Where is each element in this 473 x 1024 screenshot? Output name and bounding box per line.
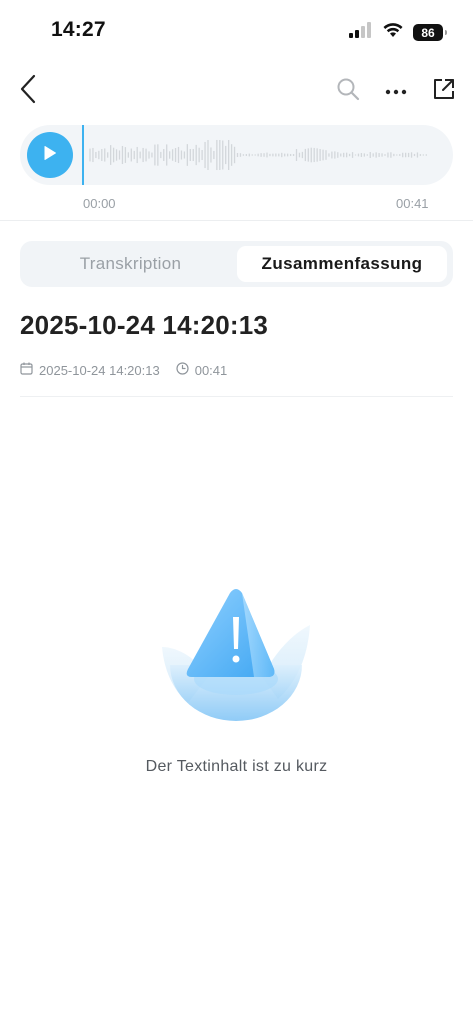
ellipsis-icon <box>385 82 407 100</box>
tab-bar: Transkription Zusammenfassung <box>20 241 453 287</box>
empty-state-message: Der Textinhalt ist zu kurz <box>145 758 328 775</box>
battery-level: 86 <box>421 25 435 40</box>
current-time: 00:00 <box>83 196 116 211</box>
tab-transcription[interactable]: Transkription <box>28 246 233 282</box>
play-button[interactable] <box>27 132 73 178</box>
nav-bar <box>0 68 473 114</box>
wifi-icon <box>382 22 404 43</box>
cellular-signal-icon <box>349 22 373 43</box>
play-icon <box>43 145 57 166</box>
warning-triangle-icon <box>158 585 314 725</box>
meta-duration-text: 00:41 <box>194 362 228 378</box>
waveform[interactable] <box>82 125 432 185</box>
meta-date-text: 2025-10-24 14:20:13 <box>39 362 160 378</box>
share-icon <box>432 77 456 106</box>
more-button[interactable] <box>381 74 411 108</box>
share-button[interactable] <box>429 74 459 108</box>
search-icon <box>336 77 360 106</box>
meta-duration: 00:41 <box>176 362 228 378</box>
record-meta: 2025-10-24 14:20:13 00:41 <box>20 362 227 378</box>
status-icons: 86 <box>349 22 447 43</box>
record-title: 2025-10-24 14:20:13 <box>20 310 269 340</box>
meta-date: 2025-10-24 14:20:13 <box>20 362 160 378</box>
total-time: 00:41 <box>396 196 429 211</box>
search-button[interactable] <box>333 74 363 108</box>
audio-player <box>20 125 453 185</box>
calendar-icon <box>20 362 33 378</box>
status-bar: 14:27 86 <box>0 0 473 64</box>
chevron-left-icon <box>19 74 37 109</box>
back-button[interactable] <box>12 74 44 108</box>
clock-icon <box>176 362 189 378</box>
tab-summary[interactable]: Zusammenfassung <box>237 246 447 282</box>
divider <box>0 220 473 221</box>
nav-actions <box>333 74 459 108</box>
battery-indicator: 86 <box>413 24 447 41</box>
status-time: 14:27 <box>51 18 106 41</box>
divider <box>20 396 453 397</box>
